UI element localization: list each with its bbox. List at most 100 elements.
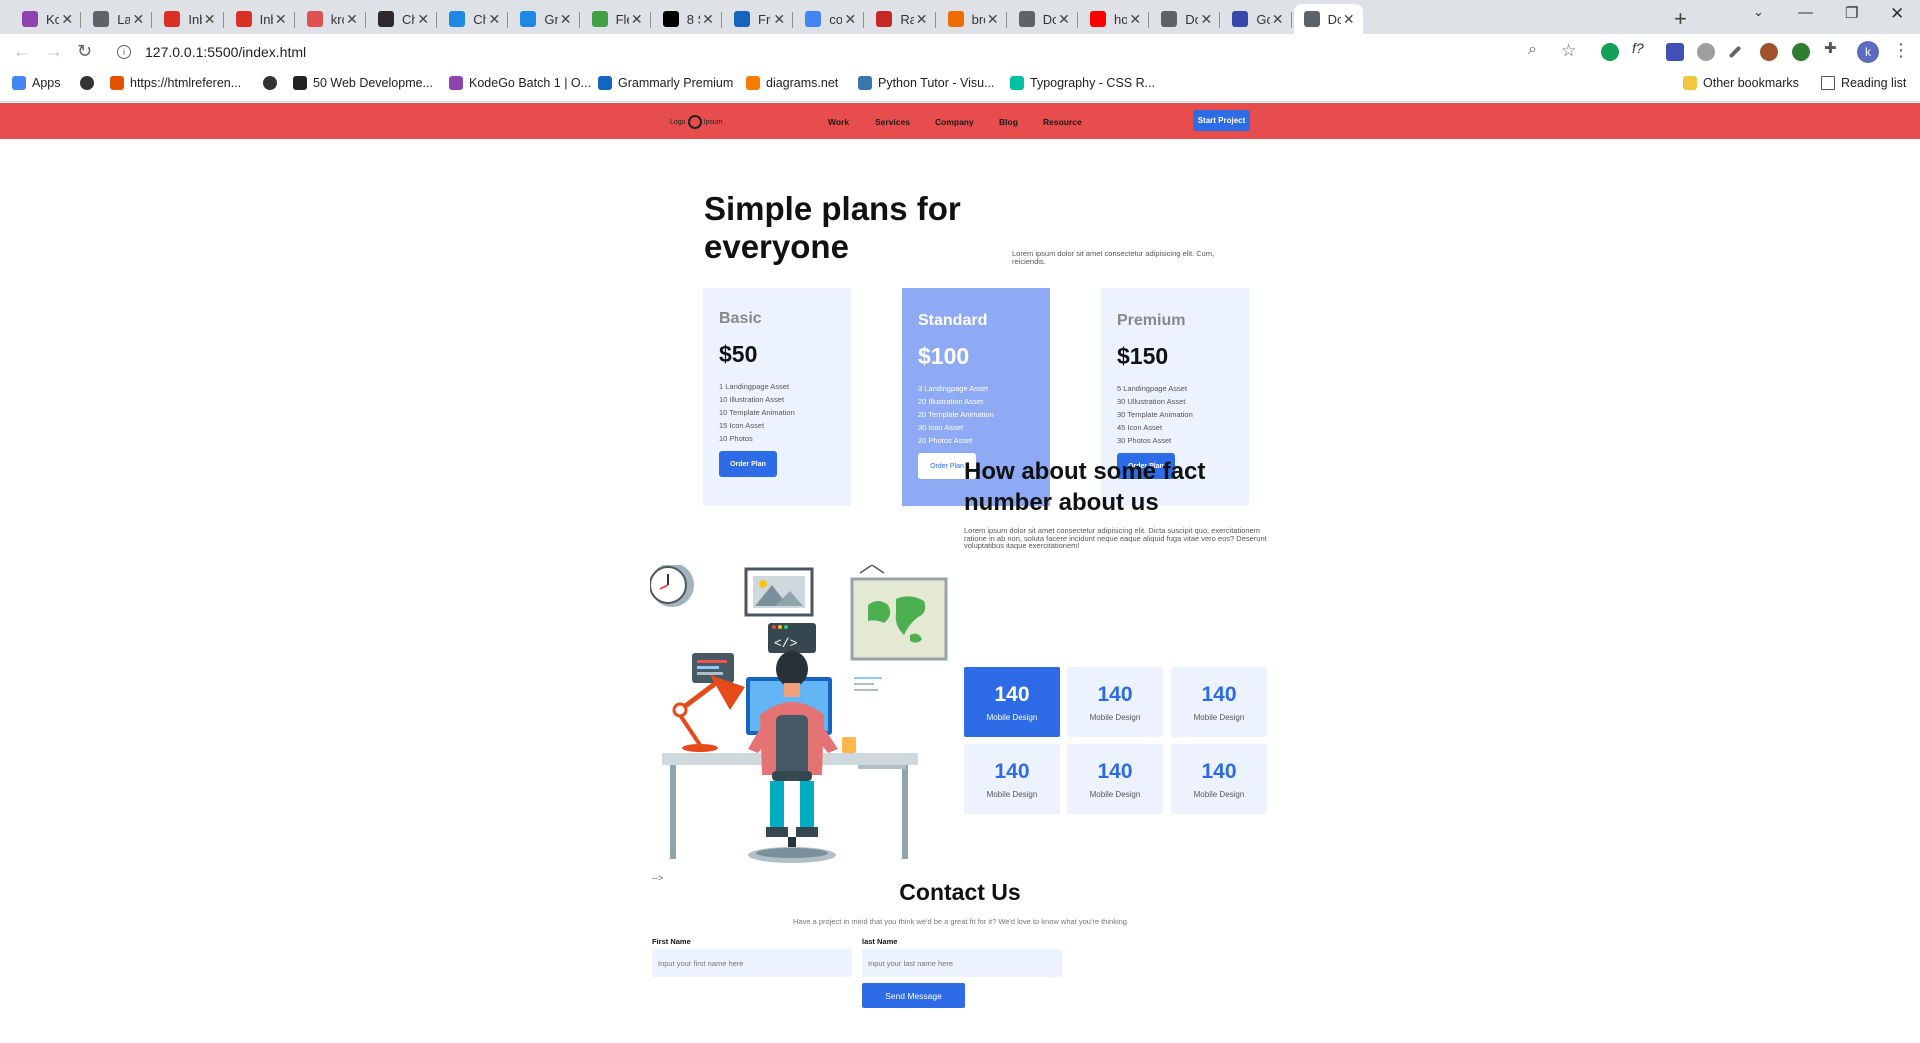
browser-tab[interactable]: brov✕ [938, 4, 1007, 34]
browser-tab[interactable]: Lau✕ [83, 4, 153, 34]
logo-text-left: Logo [670, 118, 686, 126]
menu-kebab-icon[interactable]: ⋮ [1892, 40, 1910, 61]
tab-title: Doc [1327, 11, 1341, 27]
bookmark-item[interactable]: Python Tutor - Visu... [858, 76, 995, 90]
bookmark-item[interactable]: KodeGo Batch 1 | O... [449, 76, 591, 90]
stat-value: 140 [1201, 682, 1237, 706]
browser-tab[interactable]: colo✕ [795, 4, 865, 34]
send-message-button[interactable]: Send Message [862, 983, 965, 1008]
google-icon [805, 11, 822, 27]
close-tab-icon[interactable]: ✕ [202, 11, 218, 28]
close-tab-icon[interactable]: ✕ [59, 11, 75, 28]
last-name-input[interactable] [862, 949, 1062, 977]
settings-extension-icon[interactable] [1697, 43, 1715, 61]
close-tab-icon[interactable]: ✕ [1341, 11, 1357, 28]
browser-tab[interactable]: 8 SC✕ [653, 4, 722, 34]
browser-tab[interactable]: Che✕ [368, 4, 438, 34]
browser-tab[interactable]: Gre✕ [510, 4, 580, 34]
green-extension-icon[interactable] [1792, 43, 1810, 61]
tab-title: Lau [117, 11, 131, 27]
close-tab-icon[interactable]: ✕ [486, 11, 502, 28]
site-info-icon[interactable]: i [117, 45, 131, 59]
zoom-search-icon[interactable]: ⌕ [1528, 41, 1537, 59]
plans-subtitle: Lorem ipsum dolor sit amet consectetur a… [1012, 249, 1215, 266]
browser-tab[interactable]: Kod✕ [12, 4, 82, 34]
profile-avatar[interactable]: k [1857, 41, 1879, 63]
close-tab-icon[interactable]: ✕ [1127, 11, 1143, 28]
close-tab-icon[interactable]: ✕ [1198, 11, 1214, 28]
close-window-button[interactable]: ✕ [1890, 4, 1904, 24]
close-tab-icon[interactable]: ✕ [344, 11, 360, 28]
tab-separator [1076, 12, 1078, 28]
plan-feature: 3 Landingpage Asset [918, 384, 989, 393]
address-bar[interactable]: i 127.0.0.1:5500/index.html [110, 38, 1570, 66]
nav-services[interactable]: Services [875, 117, 910, 127]
browser-tab[interactable]: Doc✕ [1293, 4, 1363, 34]
browser-tab[interactable]: Flex✕ [582, 4, 651, 34]
tab-search-icon[interactable]: ⌄ [1753, 4, 1764, 20]
close-tab-icon[interactable]: ✕ [415, 11, 431, 28]
forward-button[interactable]: → [45, 41, 63, 62]
browser-tab[interactable]: Doc✕ [1151, 4, 1221, 34]
tab-separator [720, 12, 722, 28]
reload-button[interactable]: ↻ [77, 41, 92, 62]
browser-tab[interactable]: Inbo✕ [226, 4, 295, 34]
minimize-button[interactable]: — [1798, 4, 1813, 21]
extensions-icon[interactable]: ✚ [1824, 39, 1842, 57]
back-button[interactable]: ← [13, 41, 31, 62]
reading-list[interactable]: Reading list [1821, 76, 1906, 90]
eyedropper-icon[interactable] [1728, 45, 1742, 59]
bookmark-item[interactable]: 50 Web Developme... [293, 76, 433, 90]
browser-tab[interactable]: Inbo✕ [154, 4, 224, 34]
person-icon [776, 651, 808, 687]
first-name-label: First Name [652, 937, 691, 946]
bookmark-item[interactable]: Apps [12, 76, 61, 90]
close-tab-icon[interactable]: ✕ [130, 11, 146, 28]
bookmark-star-icon[interactable]: ☆ [1561, 41, 1576, 61]
tab-title: 8 SC [686, 11, 700, 27]
bookmark-item[interactable]: diagrams.net [746, 76, 838, 90]
first-name-input[interactable] [652, 949, 852, 977]
stat-label: Mobile Design [1089, 789, 1141, 799]
bookmark-item[interactable]: Typography - CSS R... [1010, 76, 1155, 90]
browser-tab[interactable]: Doc✕ [1009, 4, 1078, 34]
stat-label: Mobile Design [986, 789, 1038, 799]
order-plan-button[interactable]: Order Plan [719, 451, 777, 477]
nav-resource[interactable]: Resource [1043, 117, 1082, 127]
bookmark-item[interactable] [263, 76, 283, 90]
nav-work[interactable]: Work [828, 117, 849, 127]
nav-company[interactable]: Company [935, 117, 974, 127]
puzzle-extension-icon[interactable] [1666, 43, 1684, 61]
font-extension-icon[interactable]: f? [1632, 40, 1650, 58]
bookmark-item[interactable] [80, 76, 100, 90]
browser-tab[interactable]: Goo✕ [1222, 4, 1292, 34]
close-tab-icon[interactable]: ✕ [771, 11, 787, 28]
other-bookmarks[interactable]: Other bookmarks [1683, 76, 1799, 90]
close-tab-icon[interactable]: ✕ [273, 11, 289, 28]
close-tab-icon[interactable]: ✕ [914, 11, 930, 28]
browser-tab[interactable]: Free✕ [724, 4, 794, 34]
site-logo[interactable]: Logo Ipsum [670, 115, 723, 129]
nav-blog[interactable]: Blog [999, 117, 1018, 127]
globe-icon [1161, 11, 1178, 27]
close-tab-icon[interactable]: ✕ [629, 11, 645, 28]
close-tab-icon[interactable]: ✕ [842, 11, 858, 28]
restore-button[interactable]: ❐ [1845, 4, 1858, 22]
grammarly-extension-icon[interactable] [1601, 43, 1619, 61]
browser-tab[interactable]: Rale✕ [866, 4, 936, 34]
browser-tab[interactable]: kro✕ [297, 4, 366, 34]
browser-tab[interactable]: how✕ [1080, 4, 1150, 34]
close-tab-icon[interactable]: ✕ [558, 11, 574, 28]
bookmark-item[interactable]: Grammarly Premium [598, 76, 733, 90]
close-tab-icon[interactable]: ✕ [1056, 11, 1072, 28]
close-tab-icon[interactable]: ✕ [985, 11, 1001, 28]
cookie-extension-icon[interactable] [1760, 43, 1778, 61]
plan-feature: 30 Template Animation [1117, 410, 1193, 419]
close-tab-icon[interactable]: ✕ [1270, 11, 1286, 28]
new-tab-button[interactable]: + [1674, 6, 1687, 32]
plan-feature: 30 Photos Asset [1117, 436, 1172, 445]
close-tab-icon[interactable]: ✕ [700, 11, 716, 28]
start-project-button[interactable]: Start Project [1193, 110, 1250, 131]
browser-tab[interactable]: Che✕ [439, 4, 509, 34]
bookmark-item[interactable]: https://htmlreferen... [110, 76, 241, 90]
